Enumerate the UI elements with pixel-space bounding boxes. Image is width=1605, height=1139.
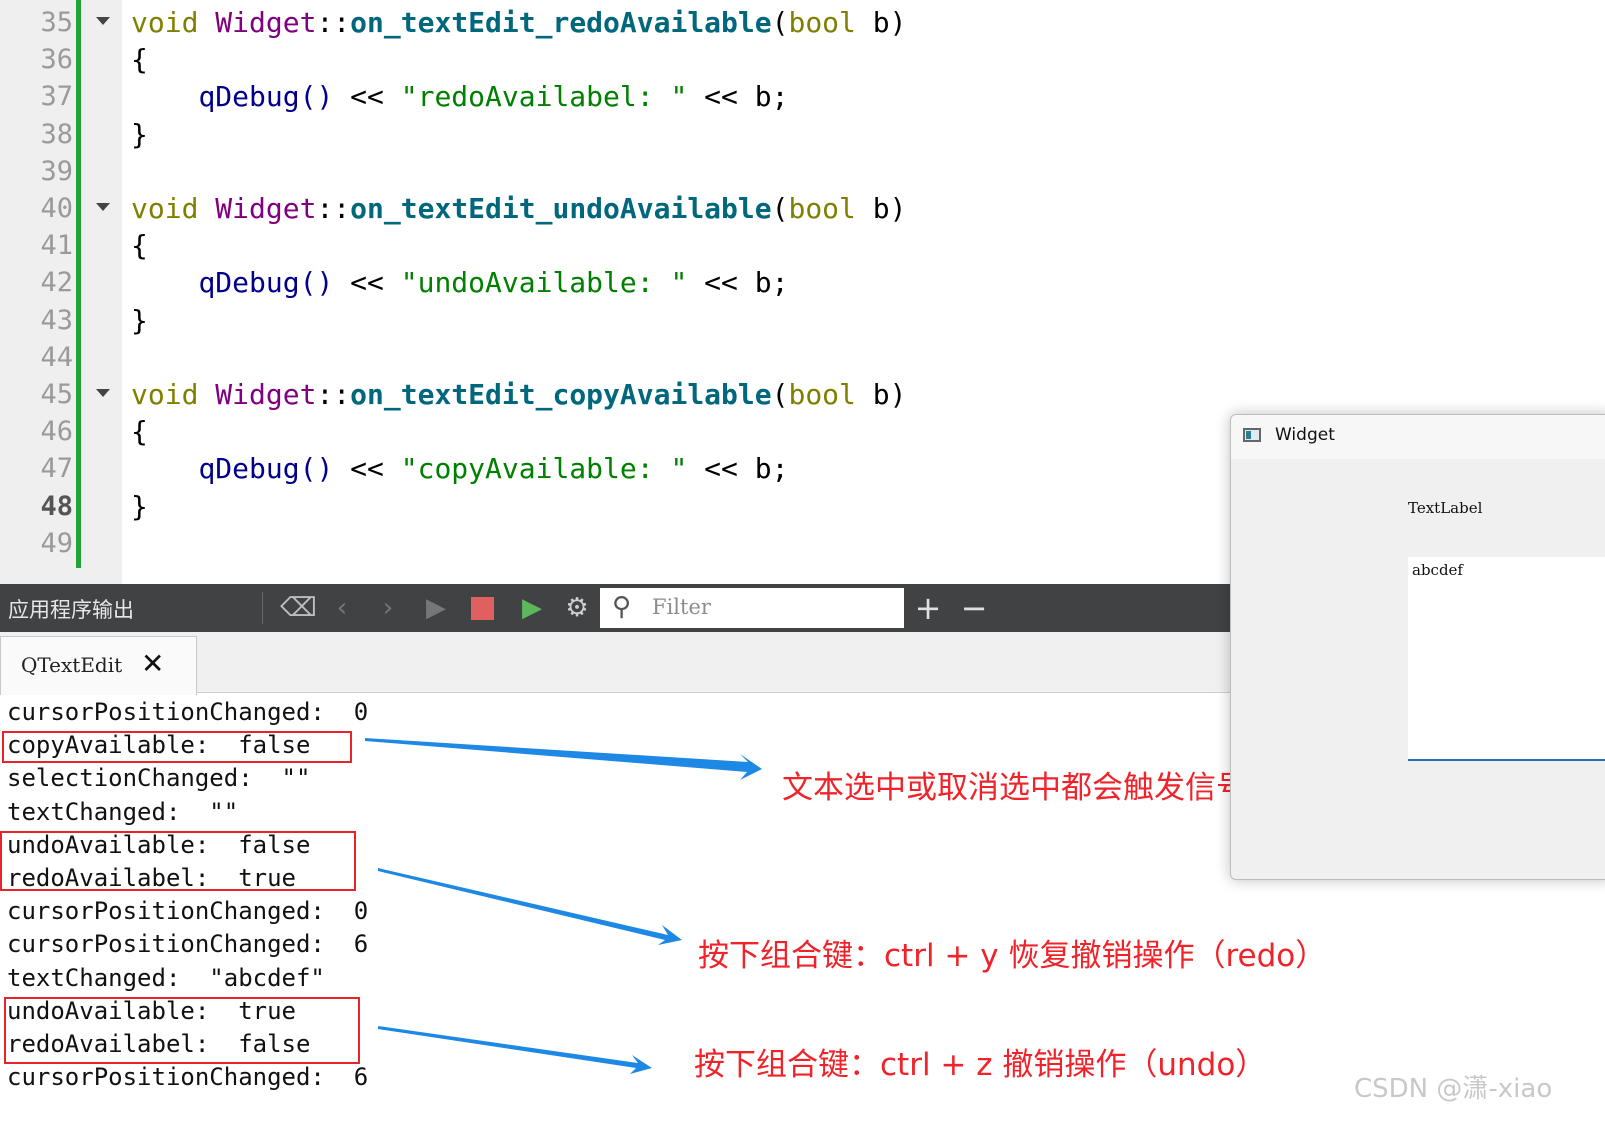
- annotation-undo: 按下组合键：ctrl + z 撤销操作（undo）: [694, 1047, 1267, 1083]
- text-label: TextLabel: [1408, 499, 1483, 517]
- text-edit[interactable]: abcdef: [1408, 557, 1605, 761]
- annotation-selection: 文本选中或取消选中都会触发信号: [782, 770, 1247, 806]
- widget-window[interactable]: Widget TextLabel abcdef: [1230, 414, 1605, 880]
- text-edit-content: abcdef: [1412, 561, 1463, 579]
- app-window-icon: [1243, 428, 1261, 442]
- window-titlebar[interactable]: Widget: [1231, 415, 1605, 459]
- window-title: Widget: [1275, 425, 1335, 445]
- annotation-redo: 按下组合键：ctrl + y 恢复撤销操作（redo）: [698, 938, 1327, 974]
- arrow: [365, 738, 762, 780]
- arrow: [378, 868, 682, 945]
- watermark: CSDN @潇-xiao: [1354, 1074, 1553, 1104]
- arrow: [378, 1026, 652, 1074]
